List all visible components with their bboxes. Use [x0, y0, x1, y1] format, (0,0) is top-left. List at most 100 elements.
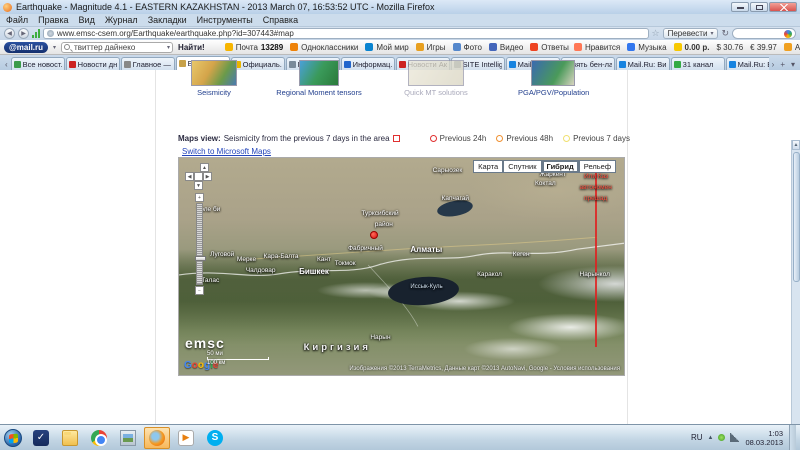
menu-item[interactable]: Правка: [38, 15, 68, 25]
legend-circle-icon: [430, 135, 437, 142]
taskbar-chrome-icon[interactable]: [86, 427, 112, 449]
mailru-search-input[interactable]: [72, 42, 165, 53]
menu-item[interactable]: Вид: [79, 15, 95, 25]
mailbar-item[interactable]: Мой мир: [365, 43, 408, 52]
navigation-bar: ◀ ▶ www.emsc-csem.org/Earthquake/earthqu…: [0, 27, 800, 40]
mailbar-item[interactable]: Одноклассники: [290, 43, 358, 52]
mailbar-item[interactable]: Нравится: [574, 43, 620, 52]
reload-button[interactable]: ↻: [721, 29, 729, 38]
maps-view-text: Seismicity from the previous 7 days in t…: [224, 134, 390, 143]
taskbar-firefox-icon[interactable]: [144, 427, 170, 449]
back-button[interactable]: ◀: [4, 28, 15, 39]
pan-left-button[interactable]: ◀: [185, 172, 194, 181]
service-icon: [290, 43, 298, 51]
legend-circle-icon: [563, 135, 570, 142]
minimize-button[interactable]: [731, 2, 749, 12]
chevron-down-icon[interactable]: ▾: [167, 44, 170, 51]
mailbar-item[interactable]: Фото: [453, 43, 482, 52]
map-label: Кант: [317, 256, 331, 263]
map-type-button[interactable]: Гибрид: [542, 160, 579, 173]
map-type-button[interactable]: Рельеф: [579, 160, 616, 173]
zoom-slider-track[interactable]: [196, 203, 203, 285]
mailbar-item[interactable]: Почта13289: [225, 43, 283, 52]
maximize-button[interactable]: [750, 2, 768, 12]
google-map[interactable]: СарыозекТоле биКапчагайТурксибскийрайонЖ…: [178, 157, 625, 376]
window-titlebar[interactable]: Earthquake - Magnitude 4.1 - EASTERN KAZ…: [0, 0, 800, 14]
close-button[interactable]: [769, 2, 797, 12]
address-bar[interactable]: www.emsc-csem.org/Earthquake/earthquake.…: [43, 28, 649, 39]
map-thumbnail[interactable]: Regional Moment tensors: [276, 60, 362, 97]
start-button[interactable]: [4, 429, 22, 447]
hidden-icons-arrow[interactable]: ▲: [708, 435, 714, 441]
explorer-icon: [62, 430, 78, 446]
map-label: автономен: [580, 184, 612, 191]
thumbnail-label: Quick MT solutions: [400, 88, 472, 97]
map-thumbnail[interactable]: Quick MT solutions: [400, 60, 472, 97]
zoom-out-button[interactable]: −: [195, 286, 204, 295]
mailbar-item[interactable]: Игры: [416, 43, 446, 52]
map-scale-bar: 50 ми 100 км: [207, 351, 269, 366]
pan-center-button[interactable]: [194, 172, 203, 181]
search-input[interactable]: [732, 28, 796, 39]
bookmark-star-icon[interactable]: ☆: [652, 29, 660, 38]
thumbnail-label: Regional Moment tensors: [276, 88, 362, 97]
pan-down-button[interactable]: ▼: [194, 181, 203, 190]
service-icon: [416, 43, 424, 51]
forward-button[interactable]: ▶: [18, 28, 29, 39]
windows-taskbar: ✓ ▶S RU ▲ 1:03 08.03.2013: [0, 424, 800, 450]
taskbar-media-player-icon[interactable]: ▶: [173, 427, 199, 449]
map-label: Каракол: [477, 271, 502, 278]
mailbar-item[interactable]: Видео: [489, 43, 523, 52]
map-label: Коктал: [535, 180, 556, 187]
taskbar-clock[interactable]: 1:03 08.03.2013: [745, 429, 783, 447]
page-scrollbar[interactable]: ▲ ▼: [791, 140, 800, 450]
menu-item[interactable]: Справка: [263, 15, 298, 25]
mailbar-item[interactable]: $ 30.76: [716, 43, 743, 52]
zoom-slider-handle[interactable]: [195, 256, 206, 261]
taskbar-mailru-agent-icon[interactable]: ✓: [28, 427, 54, 449]
mailbar-item[interactable]: Ответы: [530, 43, 569, 52]
scroll-up-arrow[interactable]: ▲: [792, 140, 800, 150]
tray-app-icon[interactable]: [718, 434, 725, 441]
menu-item[interactable]: Инструменты: [197, 15, 253, 25]
map-thumbnail[interactable]: PGA/PGV/Population: [518, 60, 588, 97]
tray-date: 08.03.2013: [745, 438, 783, 447]
service-icon: [530, 43, 538, 51]
translate-button[interactable]: Перевести ▾: [663, 28, 719, 39]
language-indicator[interactable]: RU: [691, 433, 703, 442]
mailru-find-button[interactable]: Найти!: [178, 43, 205, 52]
mail-count: 13289: [261, 43, 283, 52]
map-type-button[interactable]: Спутник: [503, 160, 541, 173]
content-column-border: [155, 70, 156, 424]
site-favicon: [3, 3, 12, 12]
network-icon[interactable]: [730, 433, 740, 442]
mailbar-item[interactable]: Астана -18°C: [784, 43, 800, 52]
pan-right-button[interactable]: ▶: [203, 172, 212, 181]
mailru-logo[interactable]: @mail.ru: [4, 42, 48, 53]
menu-item[interactable]: Журнал: [105, 15, 138, 25]
mailbar-item[interactable]: Музыка: [627, 43, 666, 52]
area-red-square-icon: [393, 135, 400, 142]
mailru-search-field[interactable]: ▾: [61, 42, 173, 53]
map-pan-zoom-control: ▲ ◀ ▶ ▼ + −: [185, 163, 215, 295]
map-type-button[interactable]: Карта: [473, 160, 503, 173]
search-engine-icon[interactable]: [784, 30, 792, 38]
legend-item: Previous 7 days: [563, 134, 630, 143]
taskbar-explorer-icon[interactable]: [57, 427, 83, 449]
thumbnail-image: [408, 60, 464, 86]
taskbar-photo-viewer-icon[interactable]: [115, 427, 141, 449]
scrollbar-thumb[interactable]: [793, 152, 800, 282]
menu-item[interactable]: Закладки: [148, 15, 187, 25]
show-desktop-button[interactable]: [789, 425, 796, 450]
switch-to-microsoft-maps-link[interactable]: Switch to Microsoft Maps: [182, 147, 271, 156]
signal-extension-icon[interactable]: [32, 29, 40, 38]
zoom-in-button[interactable]: +: [195, 193, 204, 202]
chevron-down-icon[interactable]: ▾: [53, 44, 56, 51]
menu-item[interactable]: Файл: [6, 15, 28, 25]
windows-flag-icon: [9, 433, 18, 443]
map-thumbnail[interactable]: Seismicity: [183, 60, 245, 97]
taskbar-skype-icon[interactable]: S: [202, 427, 228, 449]
mailbar-item[interactable]: € 39.97: [750, 43, 777, 52]
mailbar-item[interactable]: 0.00 р.: [674, 43, 710, 52]
pan-up-button[interactable]: ▲: [200, 163, 209, 172]
